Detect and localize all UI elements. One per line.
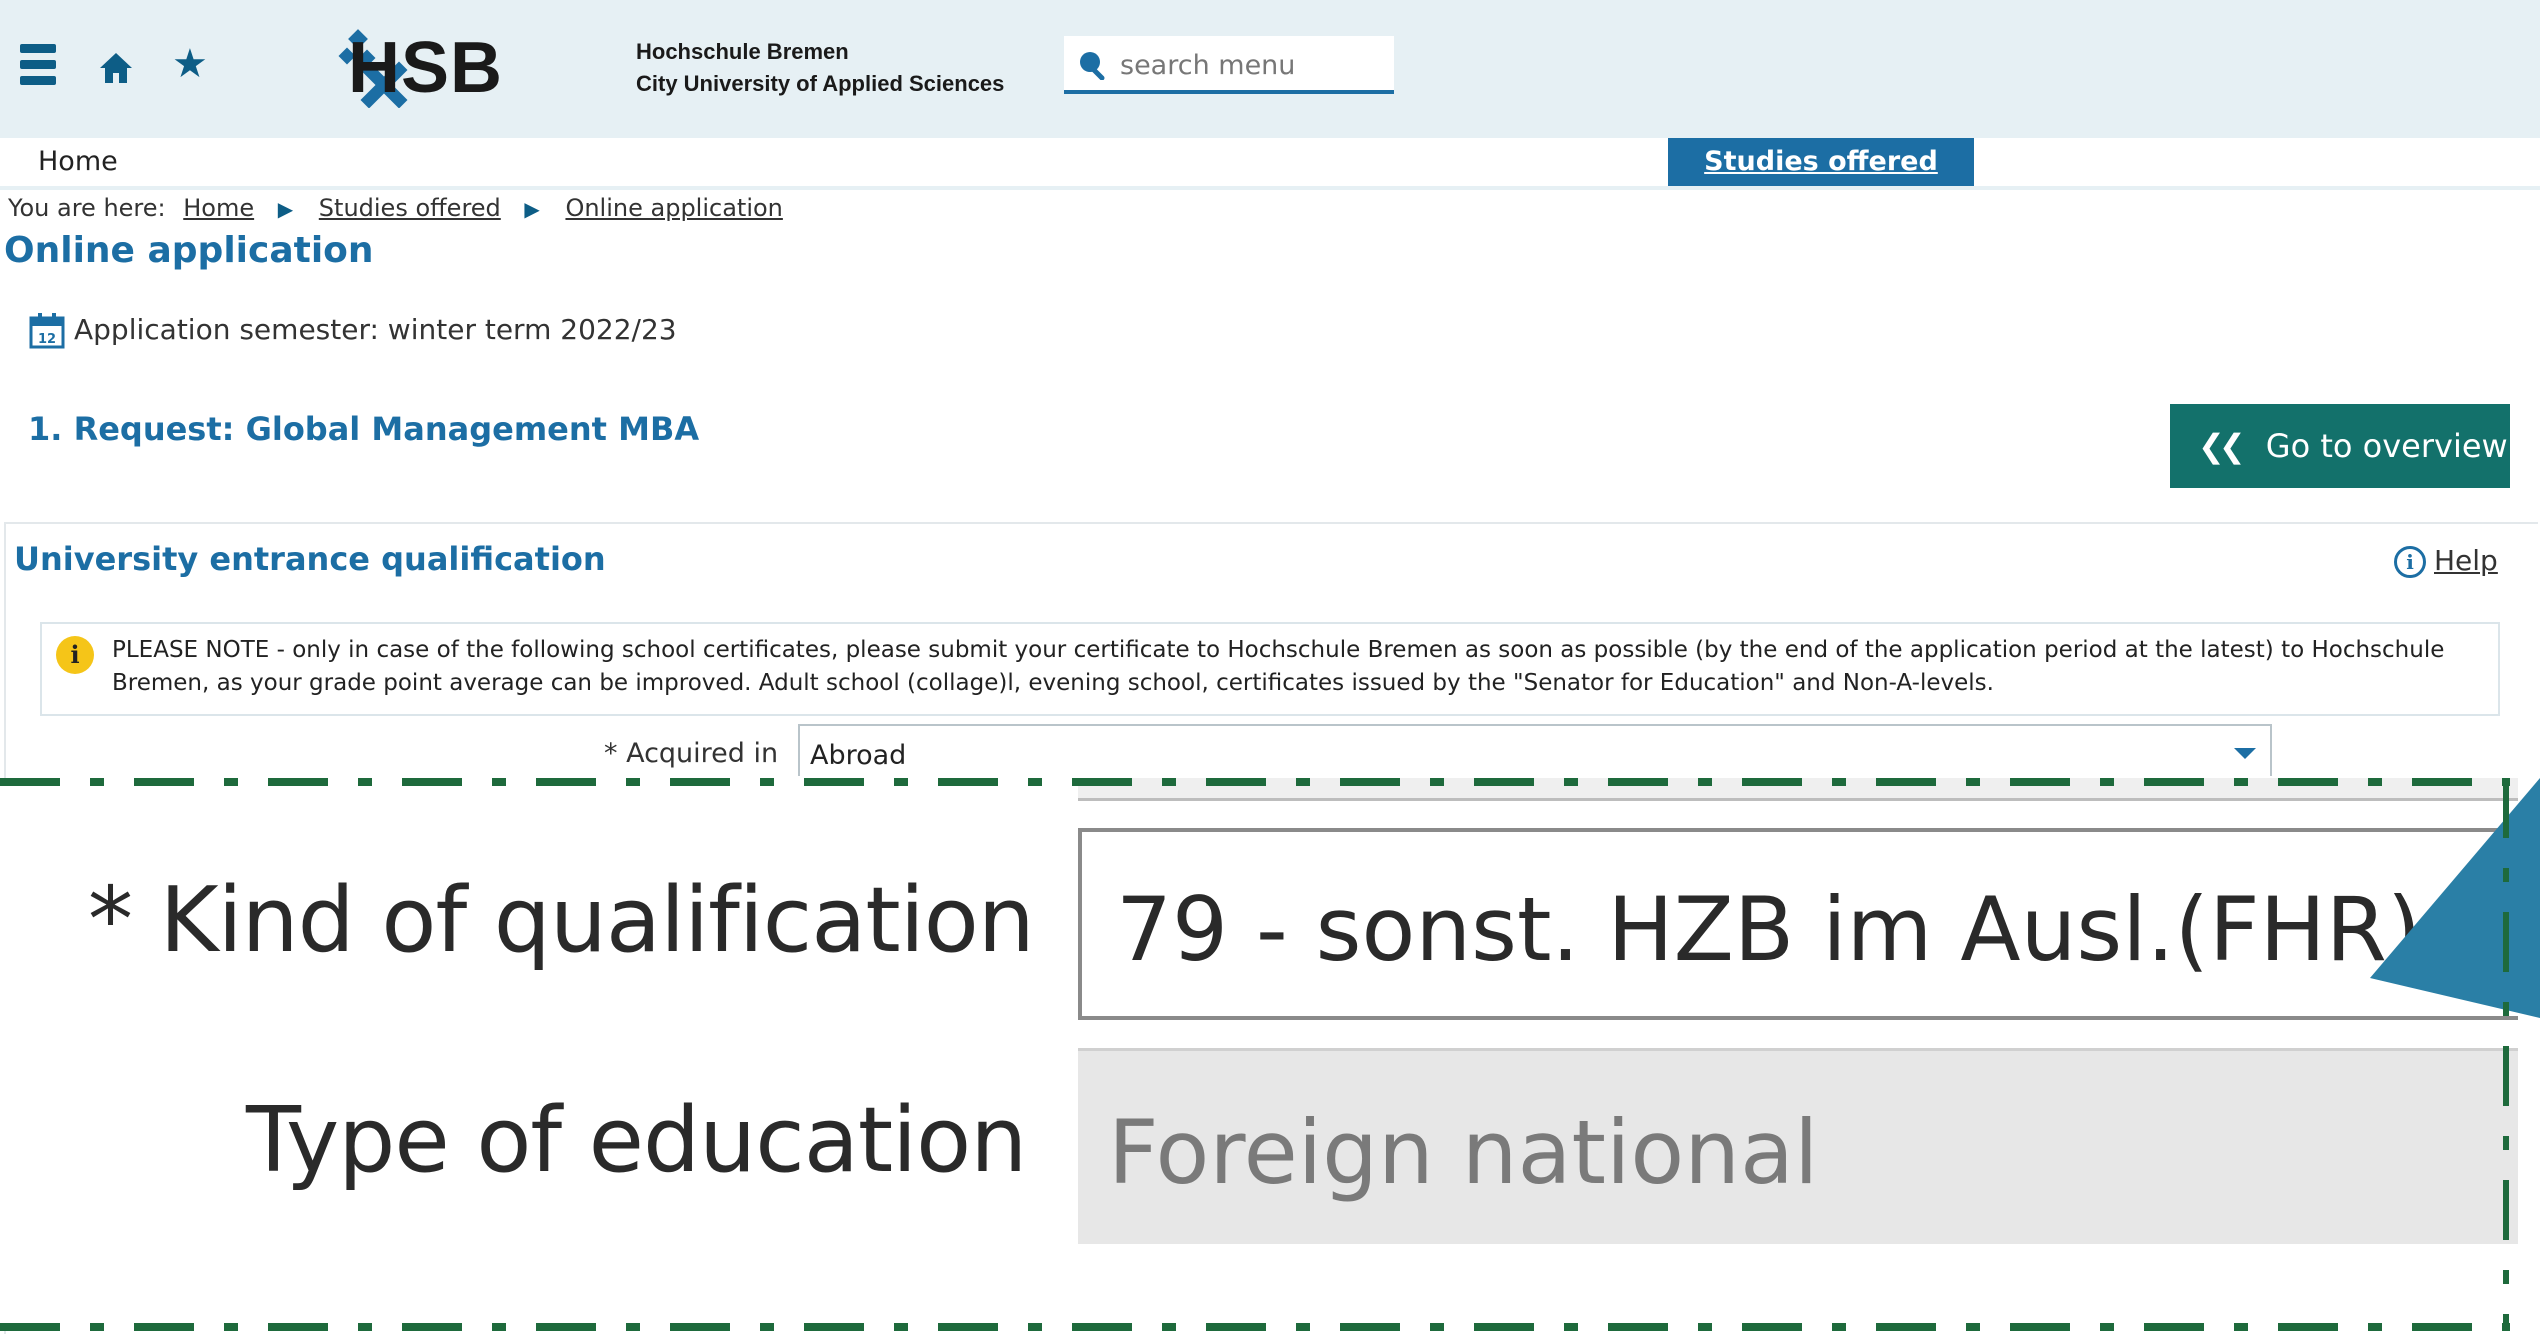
university-name-line2: City University of Applied Sciences: [636, 71, 1005, 96]
university-name-line1: Hochschule Bremen: [636, 39, 849, 64]
zoom-previous-field-edge: [1078, 778, 2518, 801]
note-text: PLEASE NOTE - only in case of the follow…: [112, 637, 2445, 696]
double-chevron-left-icon: ❮❮: [2198, 427, 2246, 465]
page-title: Online application: [4, 230, 374, 271]
search-input[interactable]: [1118, 44, 1392, 86]
zoom-overlay: * Kind of qualification 79 - sonst. HZB …: [0, 778, 2540, 1331]
acquired-in-label: * Acquired in: [604, 738, 779, 769]
main-nav: Home Studies offered: [0, 138, 2540, 190]
kind-of-qualification-label: * Kind of qualification: [88, 868, 1035, 973]
section-title: University entrance qualification: [14, 540, 606, 578]
info-icon: i: [56, 636, 94, 674]
search-icon: [1080, 52, 1105, 80]
type-of-education-field: Foreign national: [1078, 1048, 2518, 1244]
nav-item-studies-offered[interactable]: Studies offered: [1668, 138, 1974, 186]
note-box: i PLEASE NOTE - only in case of the foll…: [40, 622, 2500, 716]
kind-of-qualification-value: 79 - sonst. HZB im Ausl.(FHR): [1116, 878, 2422, 981]
application-semester: 12 Application semester: winter term 202…: [28, 312, 677, 350]
go-to-overview-label: Go to overview: [2265, 427, 2508, 465]
chevron-right-icon: ▶: [524, 197, 540, 221]
search-box[interactable]: [1064, 36, 1394, 94]
type-of-education-value: Foreign national: [1108, 1101, 1819, 1204]
university-name: Hochschule Bremen City University of App…: [636, 36, 1004, 100]
help-link[interactable]: i Help: [2394, 544, 2498, 578]
help-label[interactable]: Help: [2434, 544, 2498, 577]
go-to-overview-button[interactable]: ❮❮ Go to overview: [2170, 404, 2510, 488]
nav-item-home[interactable]: Home: [38, 146, 118, 177]
callout-pointer: [2370, 778, 2540, 1018]
breadcrumb-studies-link[interactable]: Studies offered: [319, 194, 501, 222]
acquired-in-select[interactable]: Abroad: [798, 724, 2272, 776]
semester-text: Application semester: winter term 2022/2…: [74, 313, 677, 346]
home-icon[interactable]: [98, 50, 134, 86]
top-header: ★ HSB Hochschule Bremen City University …: [0, 0, 2540, 138]
chevron-right-icon: ▶: [277, 197, 294, 221]
menu-icon[interactable]: [20, 44, 56, 88]
breadcrumb-online-application-link[interactable]: Online application: [565, 194, 782, 222]
breadcrumb: You are here: Home ▶ Studies offered ▶ O…: [8, 194, 783, 222]
type-of-education-label: Type of education: [246, 1088, 1027, 1193]
chevron-down-icon: [2234, 748, 2256, 759]
kind-of-qualification-field[interactable]: 79 - sonst. HZB im Ausl.(FHR): [1078, 828, 2518, 1020]
calendar-day: 12: [38, 332, 56, 347]
info-icon: i: [2394, 546, 2426, 578]
acquired-in-value: Abroad: [810, 740, 907, 771]
breadcrumb-home-link[interactable]: Home: [183, 194, 254, 222]
breadcrumb-prefix: You are here:: [8, 194, 166, 222]
star-icon[interactable]: ★: [172, 44, 208, 84]
logo-text: HSB: [348, 28, 504, 108]
request-title: 1. Request: Global Management MBA: [28, 410, 700, 448]
calendar-icon: 12: [29, 313, 65, 349]
